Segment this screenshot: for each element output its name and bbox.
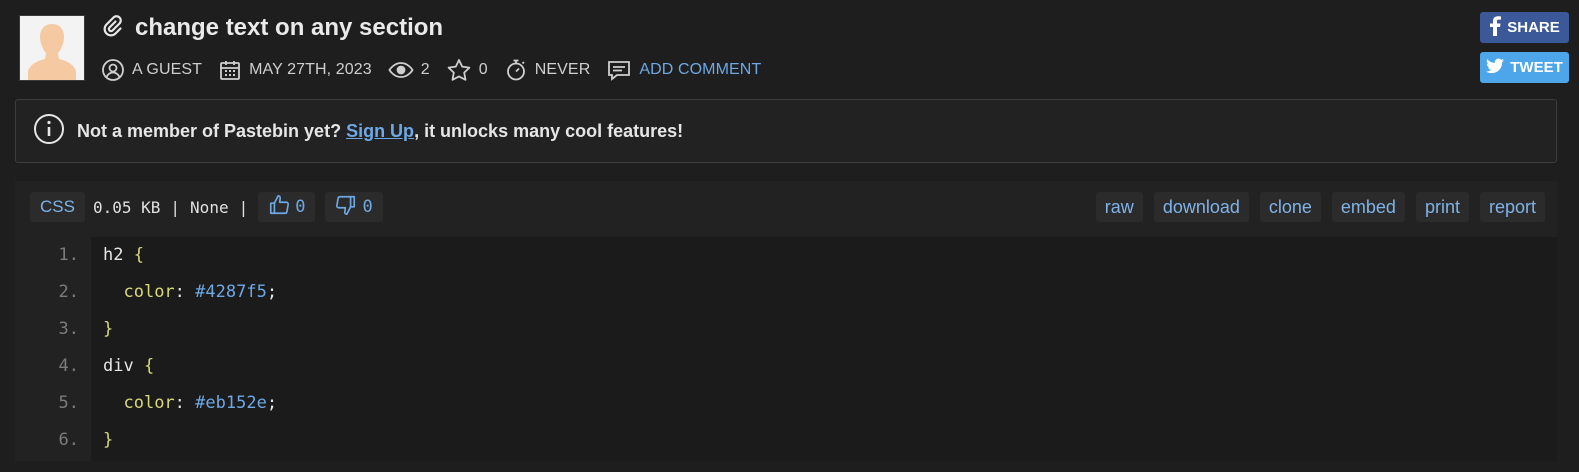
eye-icon (388, 58, 414, 82)
facebook-share-button[interactable]: SHARE (1480, 12, 1569, 43)
clone-button[interactable]: clone (1259, 192, 1321, 222)
print-button[interactable]: print (1415, 192, 1469, 222)
dislike-count: 0 (362, 197, 373, 217)
line-source: color: #eb152e; (123, 393, 278, 413)
facebook-icon (1489, 15, 1502, 40)
code-line: 1. h2 { (15, 237, 1557, 274)
share-label: SHARE (1507, 19, 1560, 36)
star-count: 0 (478, 61, 488, 78)
notice-prefix: Not a member of Pastebin yet? (77, 120, 347, 141)
stopwatch-icon (504, 58, 528, 82)
line-number: 1. (58, 245, 79, 265)
code-panel: CSS 0.05 KB | None | 0 0 raw download cl… (15, 181, 1557, 461)
star-icon[interactable] (446, 58, 472, 82)
paste-actions: raw download clone embed print report (1095, 192, 1545, 222)
dislike-button[interactable]: 0 (325, 192, 383, 222)
comment-icon (606, 58, 632, 82)
signup-notice: Not a member of Pastebin yet? Sign Up, i… (15, 99, 1557, 163)
view-count: 2 (420, 61, 430, 78)
line-number: 3. (58, 319, 79, 339)
thumbs-up-icon (268, 194, 290, 221)
thumbs-down-icon (335, 194, 357, 221)
paste-info: 0.05 KB | None | 0 0 (93, 192, 383, 222)
expiry-value: NEVER (534, 61, 591, 78)
paste-category: None (190, 197, 229, 217)
code-line: 2. color: #4287f5; (15, 274, 1557, 311)
paste-title-row: change text on any section (101, 10, 443, 46)
info-icon (33, 113, 65, 150)
author-info[interactable]: A GUEST (101, 58, 202, 82)
line-number: 2. (58, 282, 79, 302)
report-button[interactable]: report (1479, 192, 1545, 222)
like-count: 0 (295, 197, 306, 217)
code-toolbar: CSS 0.05 KB | None | 0 0 raw download cl… (15, 181, 1557, 233)
paste-size: 0.05 KB (92, 197, 161, 217)
line-source: } (103, 319, 114, 339)
download-button[interactable]: download (1153, 192, 1249, 222)
paste-title: change text on any section (135, 14, 444, 41)
twitter-bird-icon (1486, 58, 1505, 78)
like-button[interactable]: 0 (258, 192, 316, 222)
tweet-label: TWEET (1510, 59, 1563, 76)
guest-avatar (19, 15, 85, 81)
signup-link[interactable]: Sign Up (346, 121, 414, 141)
code-line: 3. } (15, 311, 1557, 348)
views-info: 2 (388, 58, 430, 82)
embed-button[interactable]: embed (1331, 192, 1405, 222)
notice-suffix: , it unlocks many cool features! (414, 120, 684, 141)
line-number: 6. (58, 430, 79, 450)
twitter-tweet-button[interactable]: TWEET (1480, 52, 1569, 83)
line-source: } (103, 430, 114, 450)
language-badge[interactable]: CSS (30, 192, 85, 222)
line-source: h2 { (103, 245, 144, 265)
separator: | (238, 197, 249, 217)
line-source: div { (103, 356, 155, 376)
user-silhouette-icon (20, 16, 84, 80)
line-source: color: #4287f5; (123, 282, 278, 302)
notice-text: Not a member of Pastebin yet? Sign Up, i… (77, 121, 683, 142)
code-line: 5. color: #eb152e; (15, 385, 1557, 422)
raw-button[interactable]: raw (1095, 192, 1143, 222)
line-number: 5. (58, 393, 79, 413)
expiry-info: NEVER (504, 58, 591, 82)
paste-date: MAY 27TH, 2023 (249, 61, 372, 78)
code-view[interactable]: 1. h2 { 2. color: #4287f5; 3. } 4. div {… (15, 237, 1557, 461)
stars-info[interactable]: 0 (446, 58, 488, 82)
author-name[interactable]: A GUEST (132, 61, 202, 79)
code-line: 4. div { (15, 348, 1557, 385)
code-line: 6. } (15, 422, 1557, 459)
separator: | (170, 197, 181, 217)
paste-meta: A GUEST MAY 27TH, 2023 2 0 NEVER ADD COM… (101, 55, 769, 85)
add-comment-label[interactable]: ADD COMMENT (639, 61, 761, 79)
date-info: MAY 27TH, 2023 (218, 58, 372, 82)
user-icon (101, 58, 125, 82)
paperclip-icon (101, 14, 125, 43)
calendar-icon (218, 58, 242, 82)
add-comment-link[interactable]: ADD COMMENT (606, 58, 761, 82)
line-number: 4. (58, 356, 79, 376)
